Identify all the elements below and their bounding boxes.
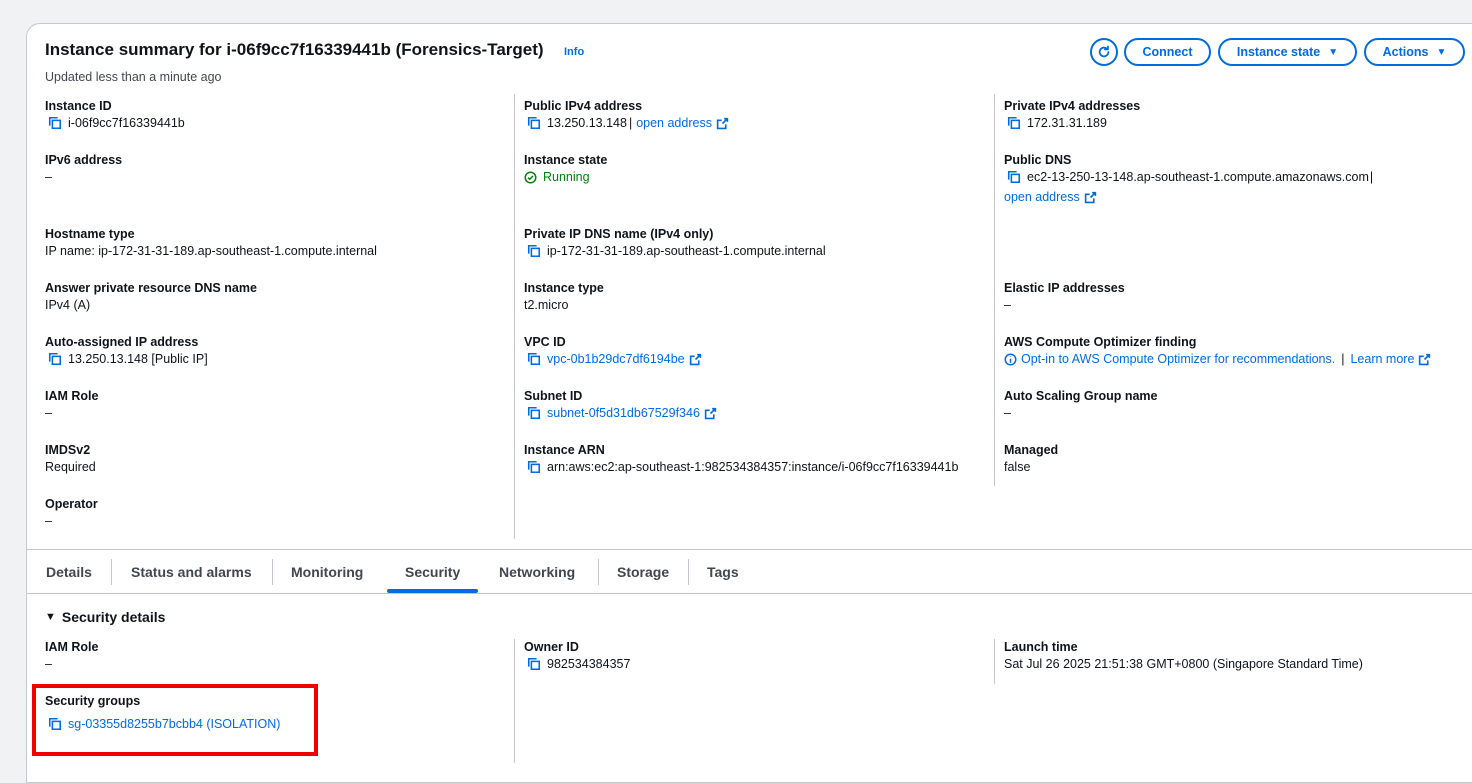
refresh-button[interactable] <box>1090 38 1118 66</box>
tab-separator <box>598 559 599 585</box>
instance-state-button[interactable]: Instance state ▼ <box>1218 38 1357 66</box>
tab-storage[interactable]: Storage <box>617 564 669 580</box>
actions-button[interactable]: Actions ▼ <box>1364 38 1465 66</box>
iam-role-field: IAM Role – <box>45 389 99 420</box>
owner-id-field: Owner ID 982534384357 <box>524 640 631 671</box>
security-details-toggle[interactable]: ▼ Security details <box>45 609 165 625</box>
connect-button[interactable]: Connect <box>1124 38 1211 66</box>
security-iam-role-field: IAM Role – <box>45 640 99 671</box>
column-divider <box>514 639 515 763</box>
column-divider <box>994 94 995 486</box>
instance-arn-field: Instance ARN arn:aws:ec2:ap-southeast-1:… <box>524 443 959 474</box>
tabs-top-border <box>27 549 1472 550</box>
tab-tags[interactable]: Tags <box>707 564 739 580</box>
copy-icon[interactable] <box>1007 170 1021 184</box>
updated-text: Updated less than a minute ago <box>45 70 222 84</box>
hostname-type-field: Hostname type IP name: ip-172-31-31-189.… <box>45 227 377 258</box>
learn-more-link[interactable]: Learn more <box>1350 350 1414 368</box>
open-address-link[interactable]: open address <box>636 114 712 132</box>
refresh-icon <box>1098 45 1110 58</box>
column-divider <box>514 94 515 539</box>
vpc-link[interactable]: vpc-0b1b29dc7df6194be <box>547 350 685 368</box>
instance-state-field: Instance state Running <box>524 153 608 184</box>
copy-icon[interactable] <box>527 406 541 420</box>
column-divider <box>994 639 995 684</box>
instance-id-value: i-06f9cc7f16339441b <box>68 116 185 130</box>
operator-field: Operator – <box>45 497 98 528</box>
tab-separator <box>272 559 273 585</box>
optimizer-opt-in-link[interactable]: Opt-in to AWS Compute Optimizer for reco… <box>1021 350 1335 368</box>
managed-field: Managed false <box>1004 443 1059 474</box>
tab-details[interactable]: Details <box>46 564 92 580</box>
public-dns-field: Public DNS ec2-13-250-13-148.ap-southeas… <box>1004 153 1374 206</box>
private-dns-field: Private IP DNS name (IPv4 only) ip-172-3… <box>524 227 826 258</box>
external-link-icon <box>689 353 701 365</box>
instance-id-field: Instance ID i-06f9cc7f16339441b <box>45 99 185 130</box>
tab-status-and-alarms[interactable]: Status and alarms <box>131 564 252 580</box>
copy-icon[interactable] <box>527 657 541 671</box>
public-ipv4-field: Public IPv4 address 13.250.13.148 | open… <box>524 98 729 132</box>
copy-icon[interactable] <box>48 116 62 130</box>
answer-dns-field: Answer private resource DNS name IPv4 (A… <box>45 281 257 312</box>
vpc-id-field: VPC ID vpc-0b1b29dc7df6194be <box>524 334 702 368</box>
subnet-id-field: Subnet ID subnet-0f5d31db67529f346 <box>524 388 717 422</box>
caret-down-icon: ▼ <box>1436 46 1447 58</box>
launch-time-field: Launch time Sat Jul 26 2025 21:51:38 GMT… <box>1004 640 1363 671</box>
caret-down-icon: ▼ <box>45 611 56 623</box>
copy-icon[interactable] <box>527 116 541 130</box>
compute-optimizer-field: AWS Compute Optimizer finding Opt-in to … <box>1004 334 1431 368</box>
tab-separator <box>688 559 689 585</box>
external-link-icon <box>1084 191 1096 203</box>
asg-name-field: Auto Scaling Group name – <box>1004 389 1158 420</box>
info-link[interactable]: Info <box>564 46 584 58</box>
ipv6-field: IPv6 address – <box>45 153 123 184</box>
copy-icon[interactable] <box>527 244 541 258</box>
copy-icon[interactable] <box>527 460 541 474</box>
instance-state-value: Running <box>543 170 590 184</box>
tab-monitoring[interactable]: Monitoring <box>291 564 363 580</box>
tab-separator <box>111 559 112 585</box>
copy-icon[interactable] <box>48 352 62 366</box>
open-address-link[interactable]: open address <box>1004 188 1080 206</box>
external-link-icon <box>716 117 729 129</box>
copy-icon[interactable] <box>1007 116 1021 130</box>
copy-icon[interactable] <box>527 352 541 366</box>
elastic-ip-field: Elastic IP addresses – <box>1004 281 1125 312</box>
success-check-icon <box>524 170 537 184</box>
security-details-title: Security details <box>61 609 166 625</box>
instance-summary-panel: Instance summary for i-06f9cc7f16339441b… <box>26 23 1472 783</box>
tab-security[interactable]: Security <box>405 564 460 580</box>
private-ipv4-field: Private IPv4 addresses 172.31.31.189 <box>1004 99 1141 130</box>
tab-networking[interactable]: Networking <box>499 564 575 580</box>
highlight-box <box>32 684 318 756</box>
caret-down-icon: ▼ <box>1328 46 1339 58</box>
imdsv2-field: IMDSv2 Required <box>45 443 96 474</box>
info-circle-icon <box>1004 352 1017 366</box>
instance-type-field: Instance type t2.micro <box>524 281 604 312</box>
auto-ip-field: Auto-assigned IP address 13.250.13.148 [… <box>45 335 208 366</box>
external-link-icon <box>1419 353 1431 365</box>
tabs-bottom-border <box>27 593 1472 594</box>
external-link-icon <box>704 407 717 419</box>
page-title: Instance summary for i-06f9cc7f16339441b… <box>45 40 544 59</box>
subnet-link[interactable]: subnet-0f5d31db67529f346 <box>547 404 700 422</box>
